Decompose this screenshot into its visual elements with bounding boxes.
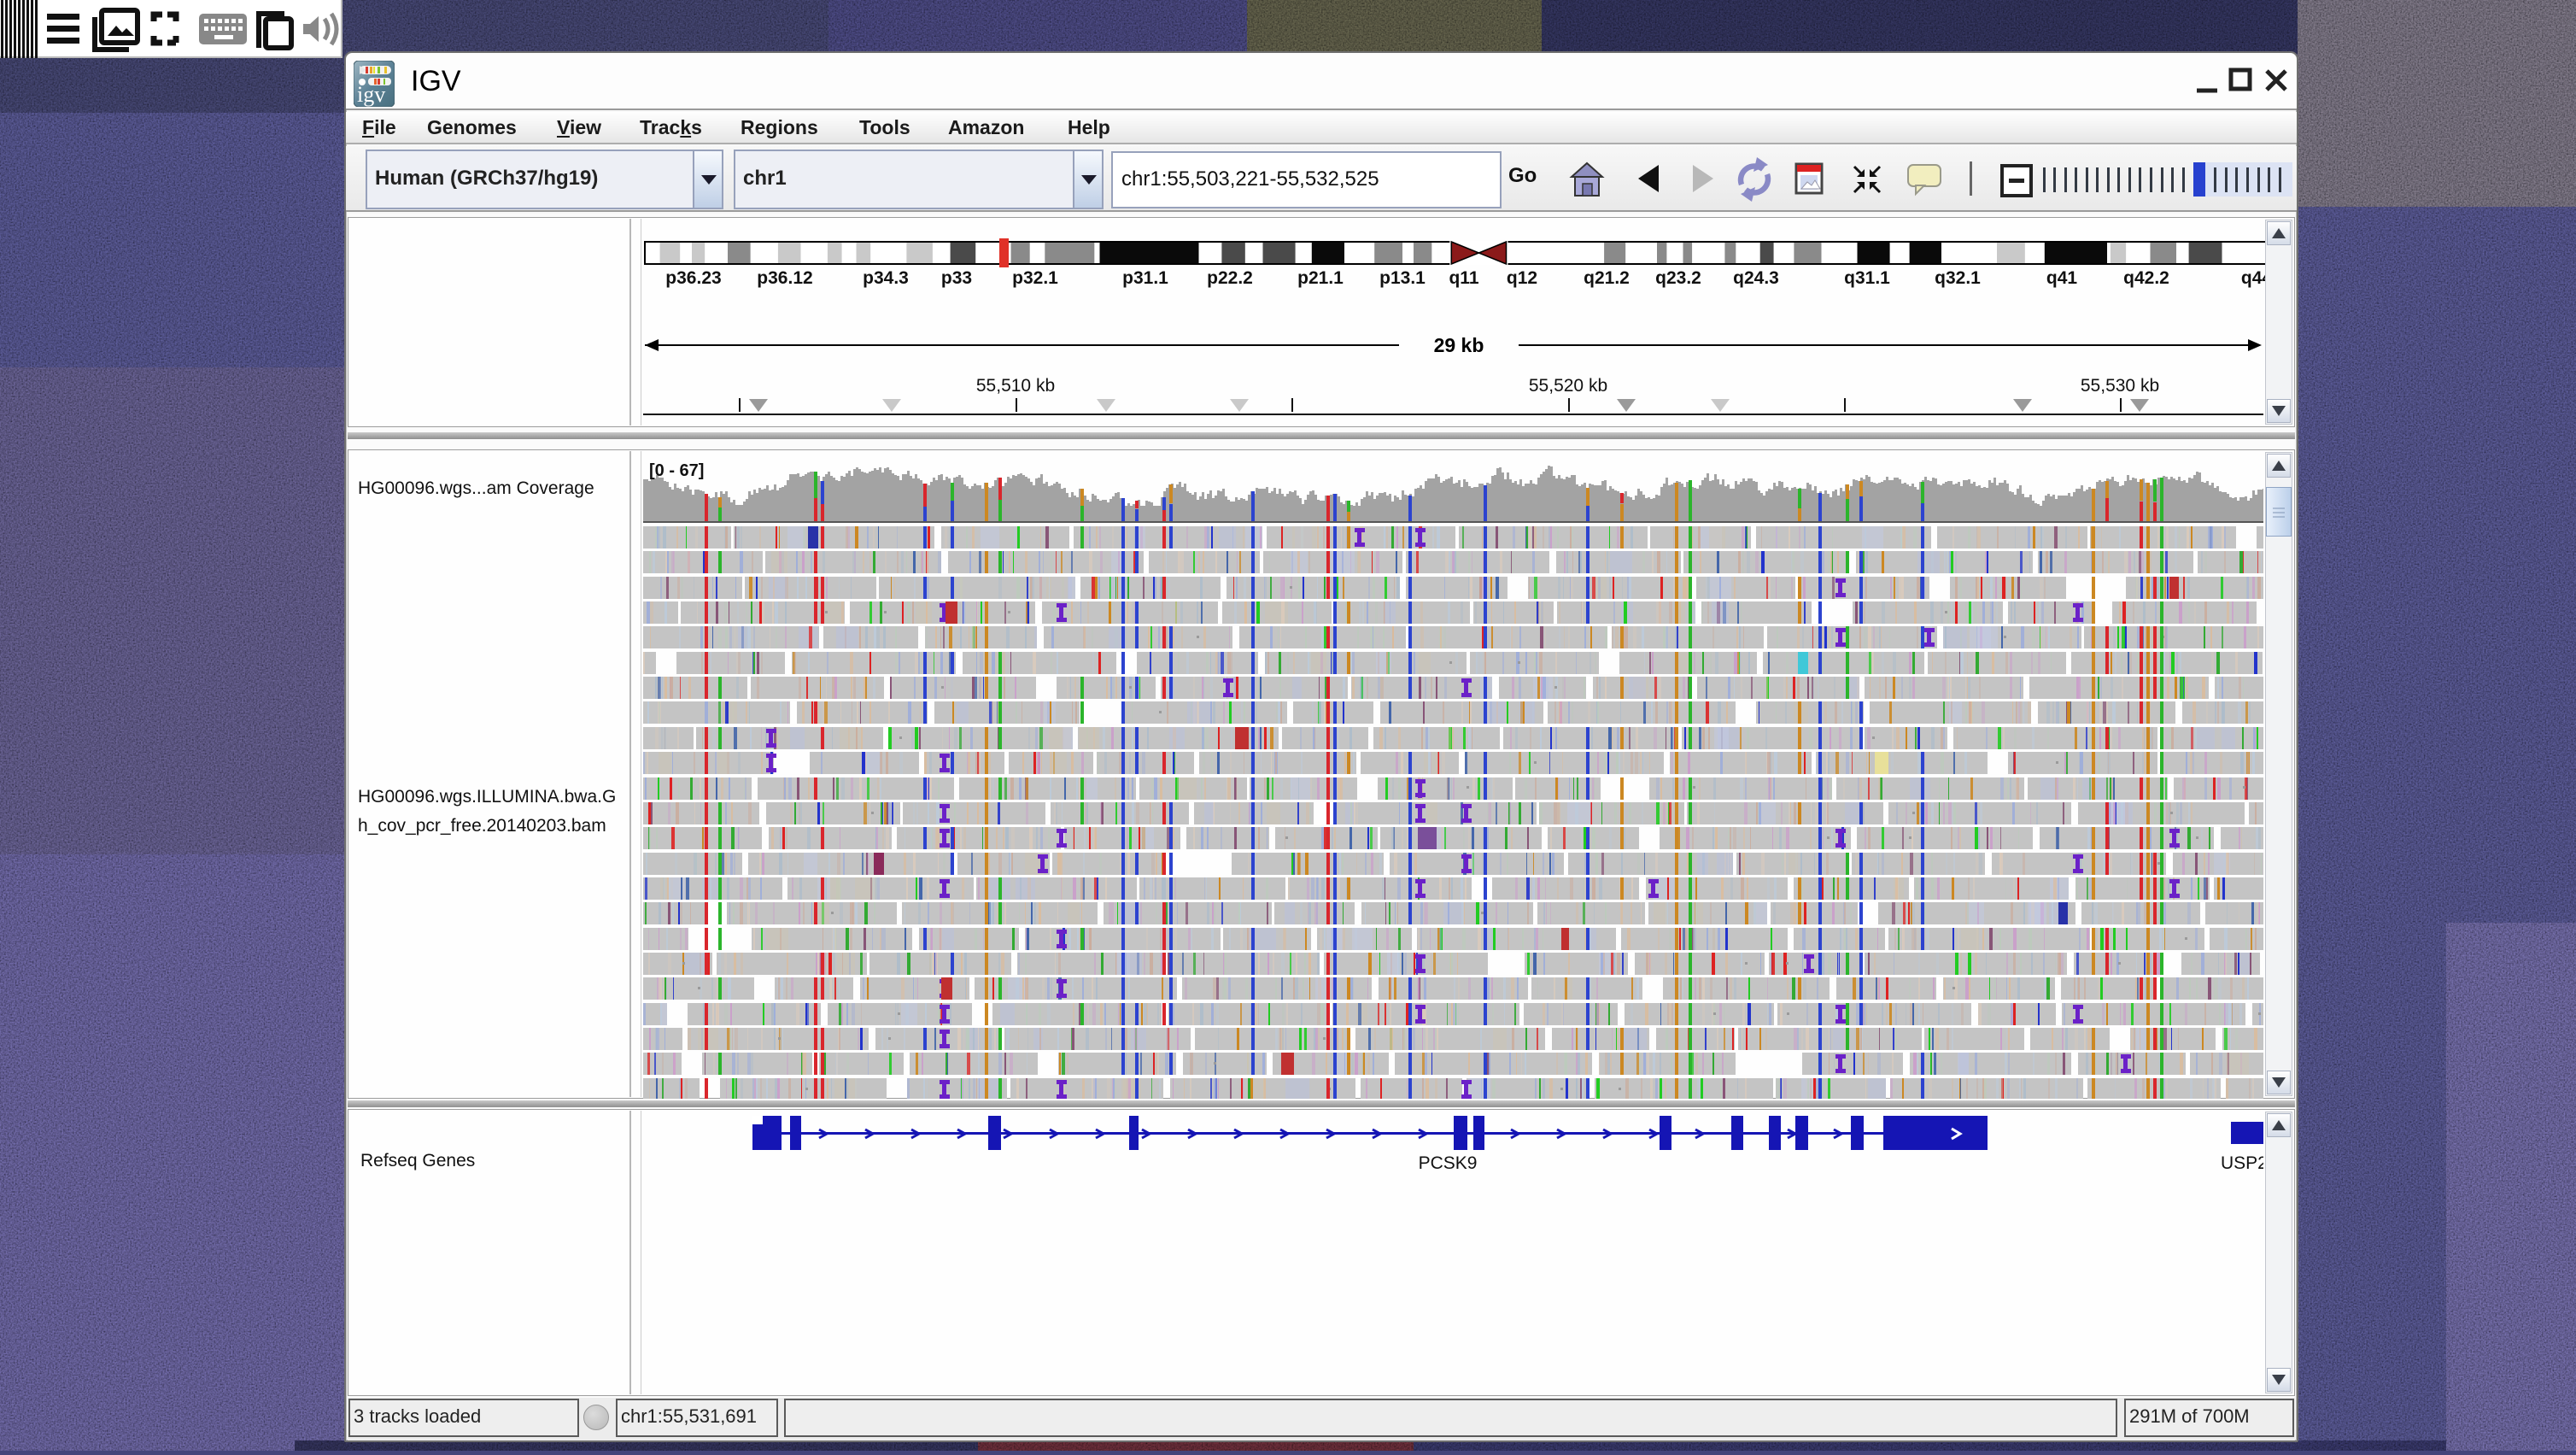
- svg-text:p36.12: p36.12: [757, 268, 812, 288]
- svg-text:q12: q12: [1507, 268, 1537, 288]
- svg-text:q23.2: q23.2: [1655, 268, 1701, 288]
- svg-text:p22.2: p22.2: [1207, 268, 1253, 288]
- svg-text:PCSK9: PCSK9: [1419, 1153, 1478, 1173]
- svg-text:q21.2: q21.2: [1584, 268, 1630, 288]
- svg-text:29 kb: 29 kb: [1434, 334, 1484, 356]
- svg-text:[0 - 67]: [0 - 67]: [649, 461, 704, 480]
- svg-text:USP24: USP24: [2221, 1153, 2263, 1173]
- svg-text:p31.1: p31.1: [1122, 268, 1168, 288]
- svg-text:55,530 kb: 55,530 kb: [2081, 376, 2159, 396]
- svg-text:p13.1: p13.1: [1379, 268, 1426, 288]
- svg-text:p32.1: p32.1: [1012, 268, 1058, 288]
- svg-text:55,510 kb: 55,510 kb: [976, 376, 1055, 396]
- svg-text:p34.3: p34.3: [863, 268, 909, 288]
- svg-text:q11: q11: [1449, 268, 1478, 288]
- svg-text:q41: q41: [2046, 268, 2078, 288]
- svg-text:q42.2: q42.2: [2123, 268, 2169, 288]
- svg-text:q24.3: q24.3: [1733, 268, 1779, 288]
- svg-text:p33: p33: [941, 268, 972, 288]
- svg-text:p36.23: p36.23: [665, 268, 721, 288]
- svg-text:q31.1: q31.1: [1844, 268, 1890, 288]
- svg-text:igv: igv: [357, 82, 385, 107]
- svg-text:q32.1: q32.1: [1935, 268, 1981, 288]
- svg-text:p21.1: p21.1: [1297, 268, 1344, 288]
- svg-text:55,520 kb: 55,520 kb: [1529, 376, 1607, 396]
